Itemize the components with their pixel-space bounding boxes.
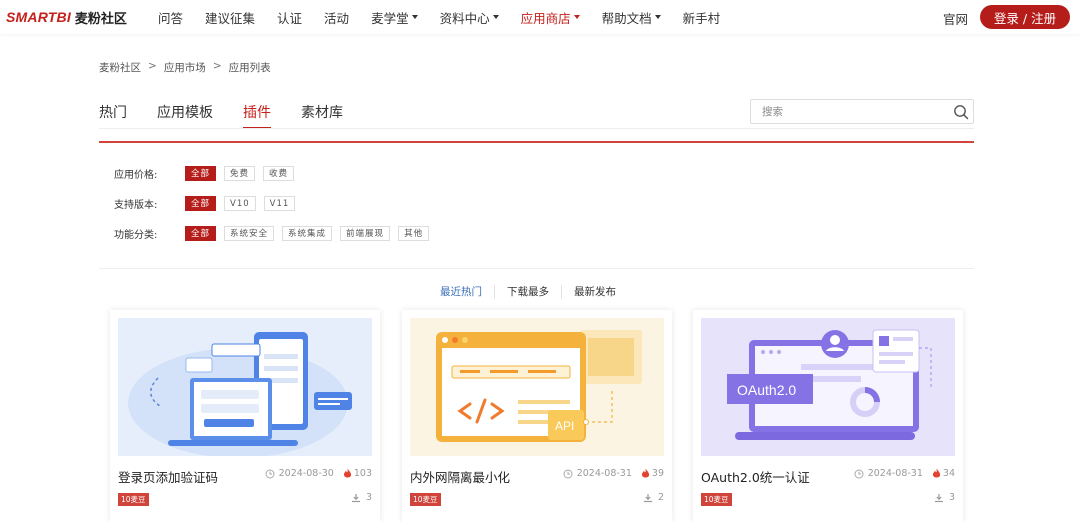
- logo-brand-cn: 麦粉社区: [74, 11, 127, 27]
- category-tabs: 热门 应用模板 插件 素材库: [99, 102, 373, 129]
- api-label: API: [555, 419, 574, 433]
- nav-item-resources[interactable]: 资料中心: [440, 8, 499, 27]
- nav-item-newbie[interactable]: 新手村: [683, 8, 721, 27]
- tab-materials[interactable]: 素材库: [301, 102, 343, 128]
- search-input[interactable]: [751, 105, 941, 118]
- nav-item-app-store[interactable]: 应用商店: [521, 8, 580, 27]
- breadcrumb-item-community[interactable]: 麦粉社区: [99, 60, 141, 75]
- download-icon: [351, 493, 360, 502]
- app-card-thumbnail[interactable]: OAuth2.0: [701, 318, 955, 456]
- official-site-link[interactable]: 官网: [943, 9, 968, 28]
- app-card-downloads: 3: [351, 492, 372, 503]
- breadcrumb: 麦粉社区 > 应用市场 > 应用列表: [99, 60, 271, 75]
- filter-chip-category-all[interactable]: 全部: [185, 226, 217, 241]
- oauth-label: OAuth2.0: [737, 382, 796, 398]
- download-icon: [934, 493, 943, 502]
- filter-panel: 应用价格: 全部 免费 收费 支持版本: 全部 V10 V11 功能分类: 全部…: [99, 143, 974, 269]
- filter-row-price: 应用价格: 全部 免费 收费: [114, 166, 302, 181]
- app-card[interactable]: 登录页添加验证码 2024-08-30 103 10麦豆 3: [110, 310, 380, 522]
- filter-chip-category-integration[interactable]: 系统集成: [282, 226, 333, 241]
- chevron-down-icon: [654, 15, 661, 19]
- filter-label-category: 功能分类:: [114, 230, 158, 241]
- tab-divider: [99, 128, 974, 129]
- sort-recent-hot[interactable]: 最近热门: [428, 284, 494, 299]
- app-card-title[interactable]: 登录页添加验证码: [118, 467, 218, 486]
- app-card[interactable]: OAuth2.0 OAuth2.0统一认证 2024-08-31 34 10麦豆…: [693, 310, 963, 522]
- app-card-thumbnail[interactable]: API: [410, 318, 664, 456]
- app-card-meta: 2024-08-31 39: [563, 468, 664, 479]
- app-card-title[interactable]: 内外网隔离最小化: [410, 467, 510, 486]
- filter-chip-price-free[interactable]: 免费: [224, 166, 256, 181]
- filter-label-version: 支持版本:: [114, 200, 158, 211]
- sort-bar: 最近热门 下载最多 最新发布: [428, 284, 628, 299]
- app-card-download-count: 3: [948, 492, 955, 503]
- price-badge: 10麦豆: [118, 493, 149, 506]
- main-nav: 问答 建议征集 认证 活动 麦学堂 资料中心 应用商店 帮助文档 新手村: [158, 0, 742, 34]
- filter-chip-category-other[interactable]: 其他: [398, 226, 430, 241]
- clock-icon: [563, 469, 573, 478]
- nav-item-suggestions[interactable]: 建议征集: [205, 8, 255, 27]
- nav-item-certification[interactable]: 认证: [277, 8, 302, 27]
- filter-chip-category-frontend[interactable]: 前端展现: [340, 226, 391, 241]
- logo-brand: SMARTBI: [6, 9, 71, 25]
- chevron-down-icon: [492, 15, 499, 19]
- filter-chip-version-all[interactable]: 全部: [185, 196, 217, 211]
- filter-chip-price-all[interactable]: 全部: [185, 166, 217, 181]
- fire-icon: [641, 468, 649, 478]
- chevron-down-icon: [411, 15, 418, 19]
- app-card-date: 2024-08-31: [576, 468, 632, 479]
- app-card-meta: 2024-08-30 103: [265, 468, 372, 479]
- app-card-download-count: 3: [365, 492, 372, 503]
- breadcrumb-separator: >: [148, 60, 157, 72]
- app-card-downloads: 2: [643, 492, 664, 503]
- fire-icon: [932, 468, 940, 478]
- app-card-date: 2024-08-30: [278, 468, 334, 479]
- breadcrumb-item-app-market[interactable]: 应用市场: [164, 60, 206, 75]
- app-card-hot-count: 34: [942, 468, 955, 479]
- app-card-download-count: 2: [657, 492, 664, 503]
- top-nav-bar: SMARTBI 麦粉社区 问答 建议征集 认证 活动 麦学堂 资料中心 应用商店…: [0, 0, 1080, 34]
- download-icon: [643, 493, 652, 502]
- login-register-button[interactable]: 登录 / 注册: [980, 5, 1070, 29]
- filter-label-price: 应用价格:: [114, 170, 158, 181]
- app-card-thumbnail[interactable]: [118, 318, 372, 456]
- clock-icon: [854, 469, 864, 478]
- app-card-meta: 2024-08-31 34: [854, 468, 955, 479]
- nav-item-events[interactable]: 活动: [324, 8, 349, 27]
- logo[interactable]: SMARTBI 麦粉社区: [6, 7, 127, 27]
- sort-most-downloads[interactable]: 下载最多: [495, 284, 561, 299]
- nav-item-academy[interactable]: 麦学堂: [371, 8, 418, 27]
- breadcrumb-item-app-list: 应用列表: [228, 62, 271, 74]
- fire-icon: [343, 468, 351, 478]
- tab-plugins[interactable]: 插件: [243, 102, 271, 129]
- tab-app-templates[interactable]: 应用模板: [157, 102, 213, 128]
- price-badge: 10麦豆: [410, 493, 441, 506]
- chevron-down-icon: [573, 15, 580, 19]
- clock-icon: [265, 469, 275, 478]
- app-card-hot-count: 103: [353, 468, 372, 479]
- app-card-hot-count: 39: [651, 468, 664, 479]
- search-box: [750, 99, 974, 124]
- filter-row-category: 功能分类: 全部 系统安全 系统集成 前端展现 其他: [114, 226, 437, 241]
- nav-item-qa[interactable]: 问答: [158, 8, 183, 27]
- nav-item-help-docs[interactable]: 帮助文档: [602, 8, 661, 27]
- breadcrumb-separator: >: [212, 60, 222, 72]
- app-card-title[interactable]: OAuth2.0统一认证: [701, 467, 810, 486]
- tab-hot[interactable]: 热门: [99, 102, 127, 128]
- price-badge: 10麦豆: [701, 493, 732, 506]
- search-icon[interactable]: [953, 104, 969, 120]
- filter-row-version: 支持版本: 全部 V10 V11: [114, 196, 303, 211]
- sort-latest[interactable]: 最新发布: [562, 284, 628, 299]
- filter-chip-price-paid[interactable]: 收费: [263, 166, 295, 181]
- app-card[interactable]: API 内外网隔离最小化 2024-08-31 39 10麦豆 2: [402, 310, 672, 522]
- app-card-downloads: 3: [934, 492, 955, 503]
- filter-chip-category-security[interactable]: 系统安全: [224, 226, 275, 241]
- app-card-date: 2024-08-31: [867, 468, 923, 479]
- filter-chip-version-v11[interactable]: V11: [263, 196, 296, 211]
- filter-chip-version-v10[interactable]: V10: [224, 196, 256, 211]
